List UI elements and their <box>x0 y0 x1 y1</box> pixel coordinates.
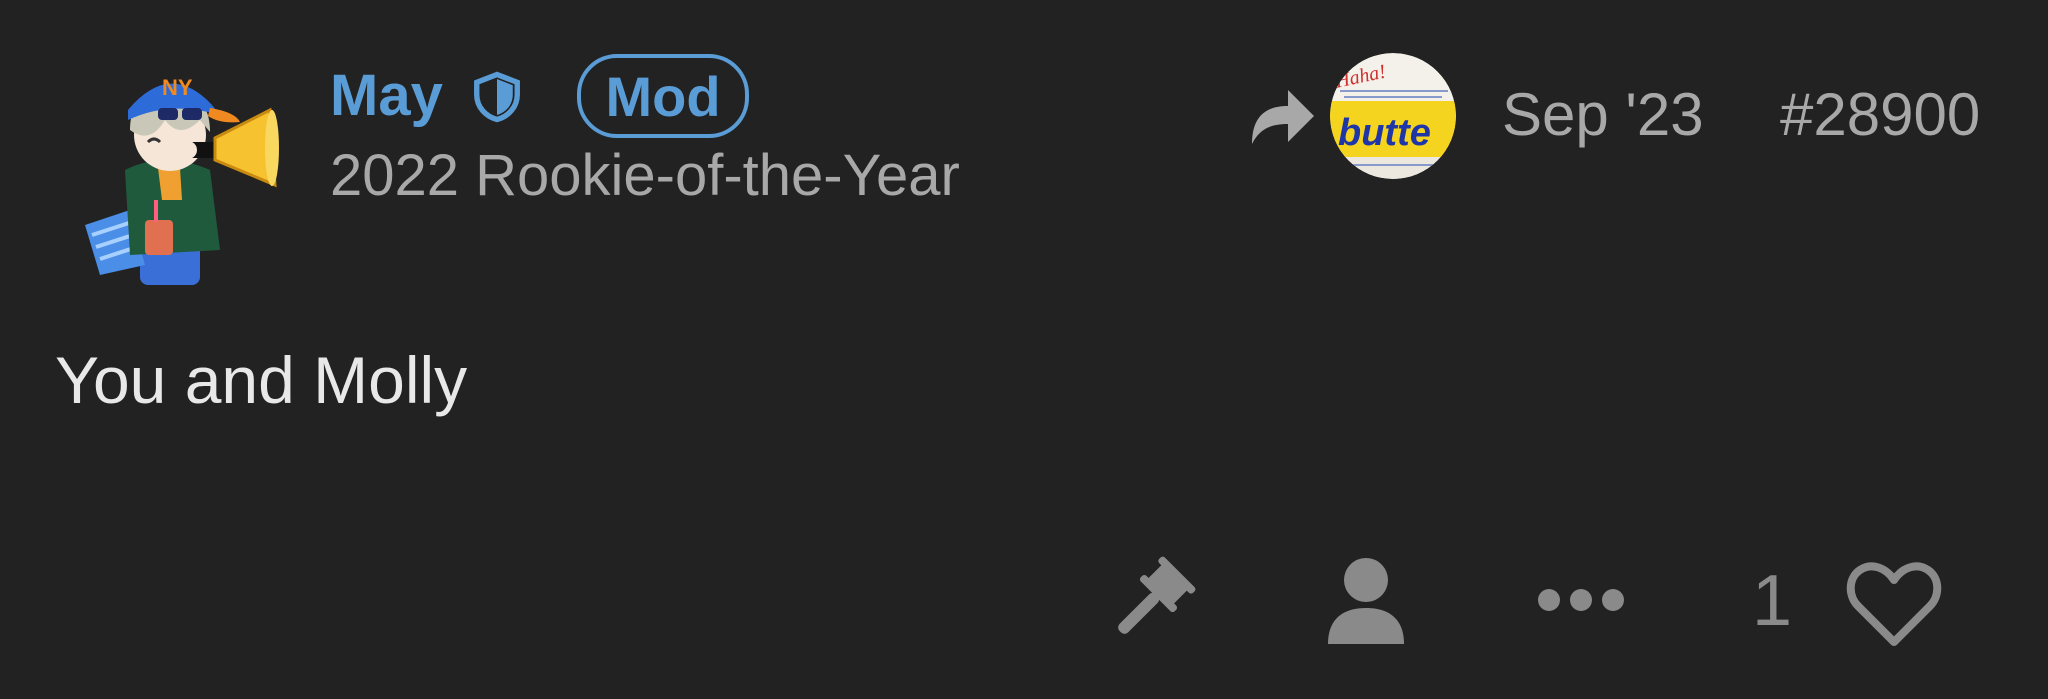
post: NY May Mod 2022 Rookie-of-the-Year butte… <box>0 0 2048 699</box>
reply-arrow-icon <box>1252 90 1314 144</box>
mod-badge[interactable]: Mod <box>577 54 749 138</box>
like-count[interactable]: 1 <box>1752 556 1792 646</box>
ellipsis-icon[interactable] <box>1536 584 1626 616</box>
post-date[interactable]: Sep '23 <box>1502 80 1704 150</box>
post-body: You and Molly <box>55 343 468 417</box>
user-avatar[interactable]: NY <box>70 50 290 290</box>
user-icon[interactable] <box>1324 556 1408 646</box>
user-title: 2022 Rookie-of-the-Year <box>330 143 960 208</box>
post-number[interactable]: #28900 <box>1780 80 1980 150</box>
svg-text:butte: butte <box>1338 112 1431 154</box>
reply-to-avatar[interactable]: butte Haha! <box>1330 53 1456 179</box>
heart-icon[interactable] <box>1846 560 1942 648</box>
shield-icon <box>474 71 520 123</box>
svg-text:NY: NY <box>162 75 193 100</box>
gavel-icon[interactable] <box>1104 556 1196 648</box>
username-link[interactable]: May <box>330 58 443 132</box>
